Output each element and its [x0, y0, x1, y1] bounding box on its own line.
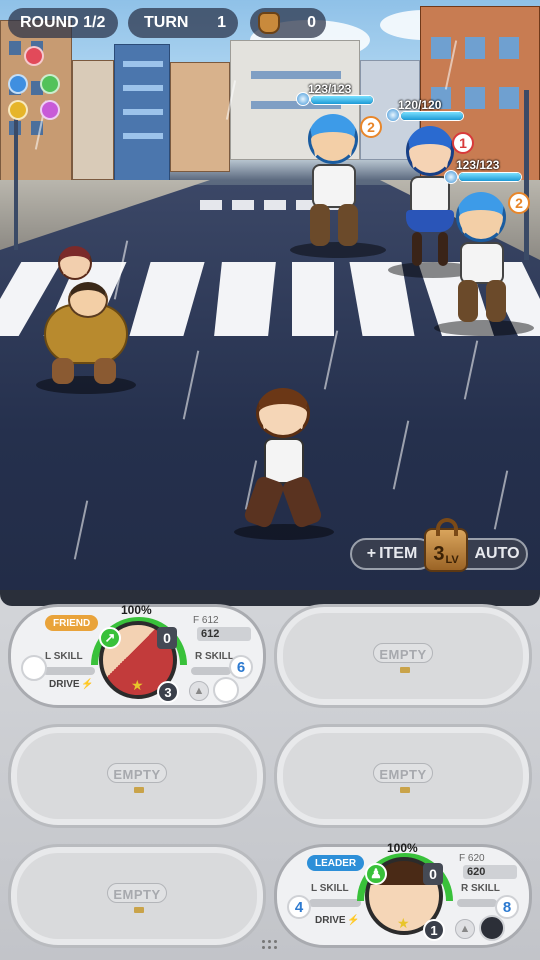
auto-label: AUTO [474, 545, 520, 562]
street-lamp [14, 110, 18, 250]
enemy-3-turn-badge: 2 [508, 192, 530, 214]
lock-icon [436, 518, 458, 536]
enemy-3-hp-fill [459, 173, 521, 181]
gauge-percent: 100% [121, 603, 152, 617]
building [170, 62, 230, 172]
lock-level: 3 [433, 543, 445, 565]
plus-icon: + [366, 545, 377, 562]
friend-count: 0 [157, 627, 177, 649]
enemy-2-turn-badge: 1 [452, 132, 474, 154]
turn-label: TURN [144, 14, 189, 31]
r-skill-label: R SKILL [461, 883, 500, 894]
crosswalk-stripe [214, 262, 276, 336]
friend-f-label: F 612 [193, 615, 219, 626]
lock-level-suffix: LV [445, 554, 459, 566]
r-skill-count[interactable]: 6 [229, 655, 253, 679]
star-icon: ★ [131, 677, 144, 693]
empty-label: EMPTY [379, 767, 427, 782]
enemy-3-hp-text: 123/123 [456, 158, 500, 172]
l-skill-bar [309, 899, 361, 907]
item-label: ITEM [379, 545, 418, 562]
r-skill-label: R SKILL [195, 651, 234, 662]
orb-blue [8, 74, 28, 94]
enemy-1-hp-text: 123/123 [308, 82, 352, 96]
orb-yellow [8, 100, 28, 120]
r-skill-bar [457, 899, 497, 907]
leader-level: 1 [423, 919, 445, 941]
crosswalk-stripe [232, 200, 254, 210]
battle-scene: 123/123 2 120/120 1 123/123 2 ROUND 1/2 … [0, 0, 540, 600]
turn-value: 1 [217, 14, 226, 31]
empty-indicator [134, 787, 144, 793]
empty-label: EMPTY [113, 887, 161, 902]
empty-slot-2[interactable]: EMPTY [8, 724, 266, 828]
l-skill-count[interactable]: 4 [287, 895, 311, 919]
l-skill-label: L SKILL [311, 883, 349, 894]
drive-icon: ⚡ [81, 679, 94, 690]
empty-slot-3[interactable]: EMPTY [274, 724, 532, 828]
hero-fighter[interactable] [234, 388, 334, 542]
orb-green [40, 74, 60, 94]
loot-count: 0 [307, 14, 316, 31]
gauge-percent: 100% [387, 841, 418, 855]
empty-slot-1[interactable]: EMPTY [274, 604, 532, 708]
enemy-2-hp-text: 120/120 [398, 98, 442, 112]
l-skill-bar [43, 667, 95, 675]
round-indicator: ROUND 1/2 [8, 8, 118, 38]
empty-indicator [134, 907, 144, 913]
l-skill-button[interactable] [21, 655, 47, 681]
orb-purple [40, 100, 60, 120]
leader-type-icon: ♟ [365, 863, 387, 885]
friend-f-value: 612 [197, 627, 251, 641]
friend-action-button[interactable] [213, 677, 239, 703]
drive-label: DRIVE [315, 915, 346, 926]
leader-count: 0 [423, 863, 443, 885]
auto-lock-button[interactable]: 3 LV [424, 518, 468, 572]
building [72, 60, 114, 180]
building [114, 44, 170, 184]
leader-f-value: 620 [463, 865, 517, 879]
round-label: ROUND 1/2 [20, 14, 106, 31]
empty-slot-4[interactable]: EMPTY [8, 844, 266, 948]
friend-card[interactable]: FRIEND L SKILL DRIVE ⚡ 100% ↗ 0 3 ★ F 61… [8, 603, 266, 708]
loot-counter: 0 [250, 8, 326, 38]
crosswalk-stripe [264, 200, 286, 210]
mountain-icon: ▲ [189, 681, 209, 701]
empty-label: EMPTY [113, 767, 161, 782]
leader-tag: LEADER [307, 855, 365, 871]
ally-fat-kid[interactable] [36, 246, 136, 396]
empty-label: EMPTY [379, 647, 427, 662]
item-button[interactable]: + ITEM [350, 538, 434, 570]
enemy-1-turn-badge: 2 [360, 116, 382, 138]
enemy-2-hp-fill [401, 112, 463, 120]
orb-red [24, 46, 44, 66]
mountain-icon: ▲ [455, 919, 475, 939]
enemy-1-hp-fill [311, 96, 373, 104]
drag-handle-icon[interactable] [262, 940, 278, 952]
r-skill-bar [191, 667, 231, 675]
r-skill-count[interactable]: 8 [495, 895, 519, 919]
bag-icon [258, 12, 280, 34]
leader-f-label: F 620 [459, 853, 485, 864]
turn-indicator: TURN 1 [128, 8, 238, 38]
friend-tag: FRIEND [45, 615, 99, 631]
drive-icon: ⚡ [347, 915, 360, 926]
empty-indicator [400, 787, 410, 793]
star-icon: ★ [397, 915, 410, 931]
l-skill-label: L SKILL [45, 651, 83, 662]
leader-card[interactable]: LEADER L SKILL 4 DRIVE ⚡ 100% ♟ 0 1 ★ F … [274, 841, 532, 948]
drive-label: DRIVE [49, 679, 80, 690]
empty-indicator [400, 667, 410, 673]
crosswalk-stripe [292, 262, 334, 336]
friend-level: 3 [157, 681, 179, 703]
friend-type-icon: ↗ [99, 627, 121, 649]
crosswalk-stripe [200, 200, 222, 210]
element-orbs [6, 44, 62, 124]
leader-action-button[interactable] [479, 915, 505, 941]
